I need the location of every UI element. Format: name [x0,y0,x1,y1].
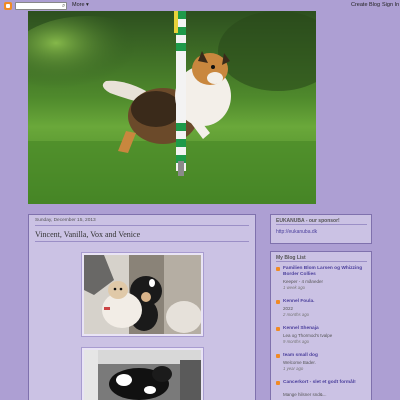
blogger-icon [276,381,280,385]
latest-post[interactable]: Welcome Bader. [283,360,316,366]
post-date: Sunday, December 15, 2013 [35,218,96,223]
post-photo[interactable] [82,348,203,400]
blog-list-widget: My Blog List Familien Blom Larsen og Whi… [270,251,372,400]
divider [276,261,367,262]
header-image[interactable] [28,11,316,204]
search-input[interactable] [15,2,67,10]
divider [35,225,249,226]
divider [35,241,249,242]
create-blog-link[interactable]: Create Blog [351,1,380,10]
latest-post[interactable]: 2022 [283,306,293,312]
post-age: 2 months ago [283,312,310,317]
post-age: 1 year ago [283,366,304,371]
blog-link[interactable]: Cancerkort - slet et godt formål! [283,380,371,386]
blog-link[interactable]: team small dog [283,353,371,359]
blogger-icon [276,327,280,331]
post-container: Sunday, December 15, 2013 Vincent, Vanil… [28,214,256,400]
blogger-logo-icon[interactable] [4,2,12,10]
more-menu[interactable]: More ▾ [72,1,89,10]
search-icon[interactable]: ⌕ [62,2,69,10]
blog-link[interactable]: Kennel Shenaja [283,326,371,332]
post-title[interactable]: Vincent, Vanilla, Vox and Venice [35,230,140,239]
post-age: 1 week ago [283,285,305,290]
blog-link[interactable]: Familien Blom Larsen og Whizzing Border … [283,266,371,278]
blogger-icon [276,354,280,358]
latest-post[interactable]: Keeper - 4 måneder [283,279,323,285]
blogger-icon [276,267,280,271]
blogger-icon [276,300,280,304]
sponsor-link[interactable]: http://eukanuba.dk [276,229,317,235]
blog-link[interactable]: Kennel Foula. [283,299,371,305]
post-age: 9 months ago [283,339,310,344]
sign-in-link[interactable]: Sign In [382,1,399,10]
post-photo[interactable] [82,253,203,336]
blogger-navbar: ⌕ More ▾ Create Blog Sign In [0,0,400,11]
sponsor-widget: EUKANUBA - our sponsor! http://eukanuba.… [270,214,372,244]
latest-post[interactable]: Lea og Thormod's tvalpe [283,333,332,339]
divider [276,224,367,225]
latest-post[interactable]: Mange hilsner snd&... [283,392,327,398]
